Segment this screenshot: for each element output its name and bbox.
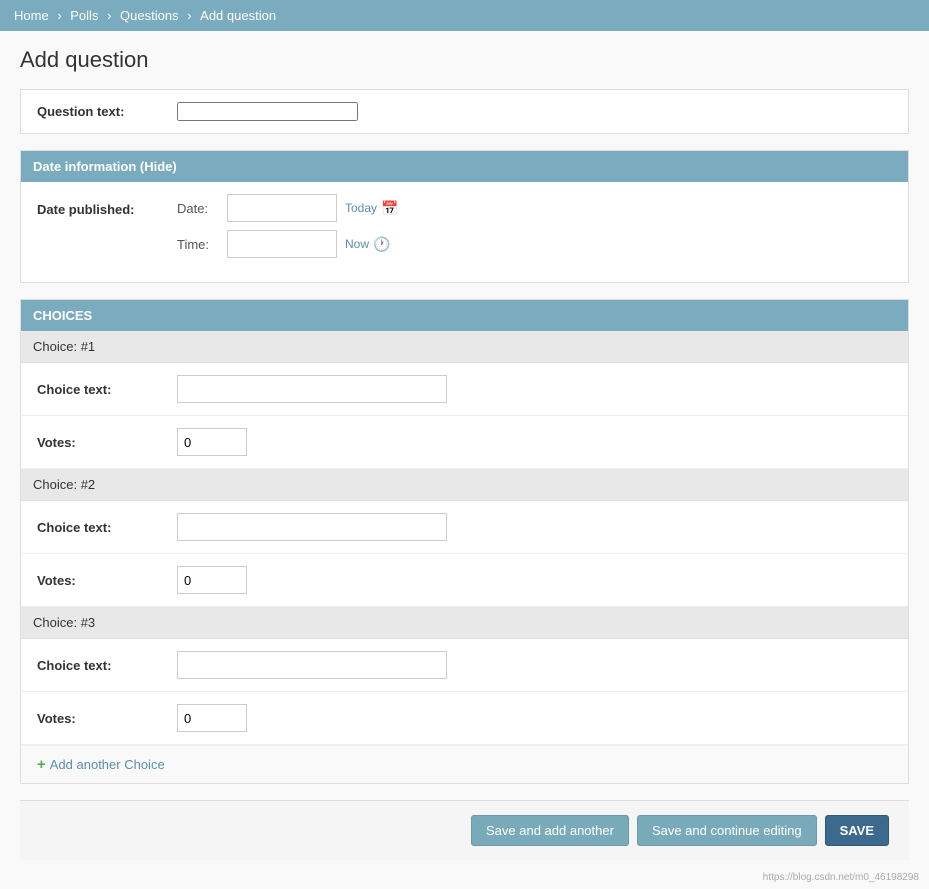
choice-block-2: Choice: #2 Choice text: Votes: — [21, 469, 908, 607]
question-text-section: Question text: — [20, 89, 909, 134]
choice-1-votes-label: Votes: — [37, 435, 177, 450]
choice-2-text-row: Choice text: — [21, 501, 908, 554]
time-field-row: Time: Now 🕐 — [177, 230, 398, 258]
choice-1-text-input[interactable] — [177, 375, 447, 403]
choices-section-header: CHOICES — [21, 300, 908, 331]
add-another-row: + Add another Choice — [21, 745, 908, 783]
date-published-label: Date published: — [37, 194, 177, 217]
breadcrumb-sep-3: › — [187, 8, 195, 23]
today-link[interactable]: Today — [345, 201, 377, 215]
choice-block-3: Choice: #3 Choice text: Votes: — [21, 607, 908, 745]
breadcrumb-polls[interactable]: Polls — [70, 8, 98, 23]
date-label: Date: — [177, 201, 227, 216]
choice-block-1: Choice: #1 Choice text: Votes: — [21, 331, 908, 469]
page-title: Add question — [20, 47, 909, 73]
breadcrumb-bar: Home › Polls › Questions › Add question — [0, 0, 929, 31]
breadcrumb-sep-1: › — [57, 8, 65, 23]
watermark: https://blog.csdn.net/m0_46198298 — [763, 872, 919, 883]
choice-2-votes-input[interactable] — [177, 566, 247, 594]
question-text-row: Question text: — [21, 90, 908, 133]
choice-3-votes-row: Votes: — [21, 692, 908, 745]
choice-2-votes-label: Votes: — [37, 573, 177, 588]
date-section: Date information (Hide) Date published: … — [20, 150, 909, 283]
breadcrumb-questions[interactable]: Questions — [120, 8, 179, 23]
footer-bar: Save and add another Save and continue e… — [20, 800, 909, 860]
time-label: Time: — [177, 237, 227, 252]
choice-1-text-label: Choice text: — [37, 382, 177, 397]
choice-2-votes-row: Votes: — [21, 554, 908, 607]
choice-1-votes-row: Votes: — [21, 416, 908, 469]
choice-header-1: Choice: #1 — [21, 331, 908, 363]
date-time-fields: Date: Today 📅 Time: Now 🕐 — [177, 194, 398, 266]
save-button[interactable]: SAVE — [825, 815, 889, 846]
save-and-add-button[interactable]: Save and add another — [471, 815, 629, 846]
add-another-choice-link[interactable]: + Add another Choice — [37, 756, 892, 773]
choice-3-text-input[interactable] — [177, 651, 447, 679]
time-input[interactable] — [227, 230, 337, 258]
choices-section: CHOICES Choice: #1 Choice text: Votes: C… — [20, 299, 909, 784]
choice-1-text-row: Choice text: — [21, 363, 908, 416]
choice-2-text-input[interactable] — [177, 513, 447, 541]
calendar-icon[interactable]: 📅 — [381, 200, 398, 217]
choice-3-votes-input[interactable] — [177, 704, 247, 732]
choice-3-text-label: Choice text: — [37, 658, 177, 673]
save-and-continue-button[interactable]: Save and continue editing — [637, 815, 817, 846]
breadcrumb-current: Add question — [200, 8, 276, 23]
choice-1-votes-input[interactable] — [177, 428, 247, 456]
date-published-row: Date published: Date: Today 📅 Time: Now … — [21, 182, 908, 282]
choice-header-3: Choice: #3 — [21, 607, 908, 639]
clock-icon[interactable]: 🕐 — [373, 236, 390, 253]
date-section-header[interactable]: Date information (Hide) — [21, 151, 908, 182]
breadcrumb-home[interactable]: Home — [14, 8, 49, 23]
add-another-label: Add another Choice — [50, 757, 165, 772]
choice-3-text-row: Choice text: — [21, 639, 908, 692]
now-link[interactable]: Now — [345, 237, 369, 251]
question-text-input[interactable] — [177, 102, 358, 121]
choice-header-2: Choice: #2 — [21, 469, 908, 501]
plus-icon: + — [37, 756, 46, 773]
date-field-row: Date: Today 📅 — [177, 194, 398, 222]
date-input[interactable] — [227, 194, 337, 222]
question-text-label: Question text: — [37, 104, 177, 119]
choice-3-votes-label: Votes: — [37, 711, 177, 726]
choice-2-text-label: Choice text: — [37, 520, 177, 535]
breadcrumb-sep-2: › — [107, 8, 115, 23]
